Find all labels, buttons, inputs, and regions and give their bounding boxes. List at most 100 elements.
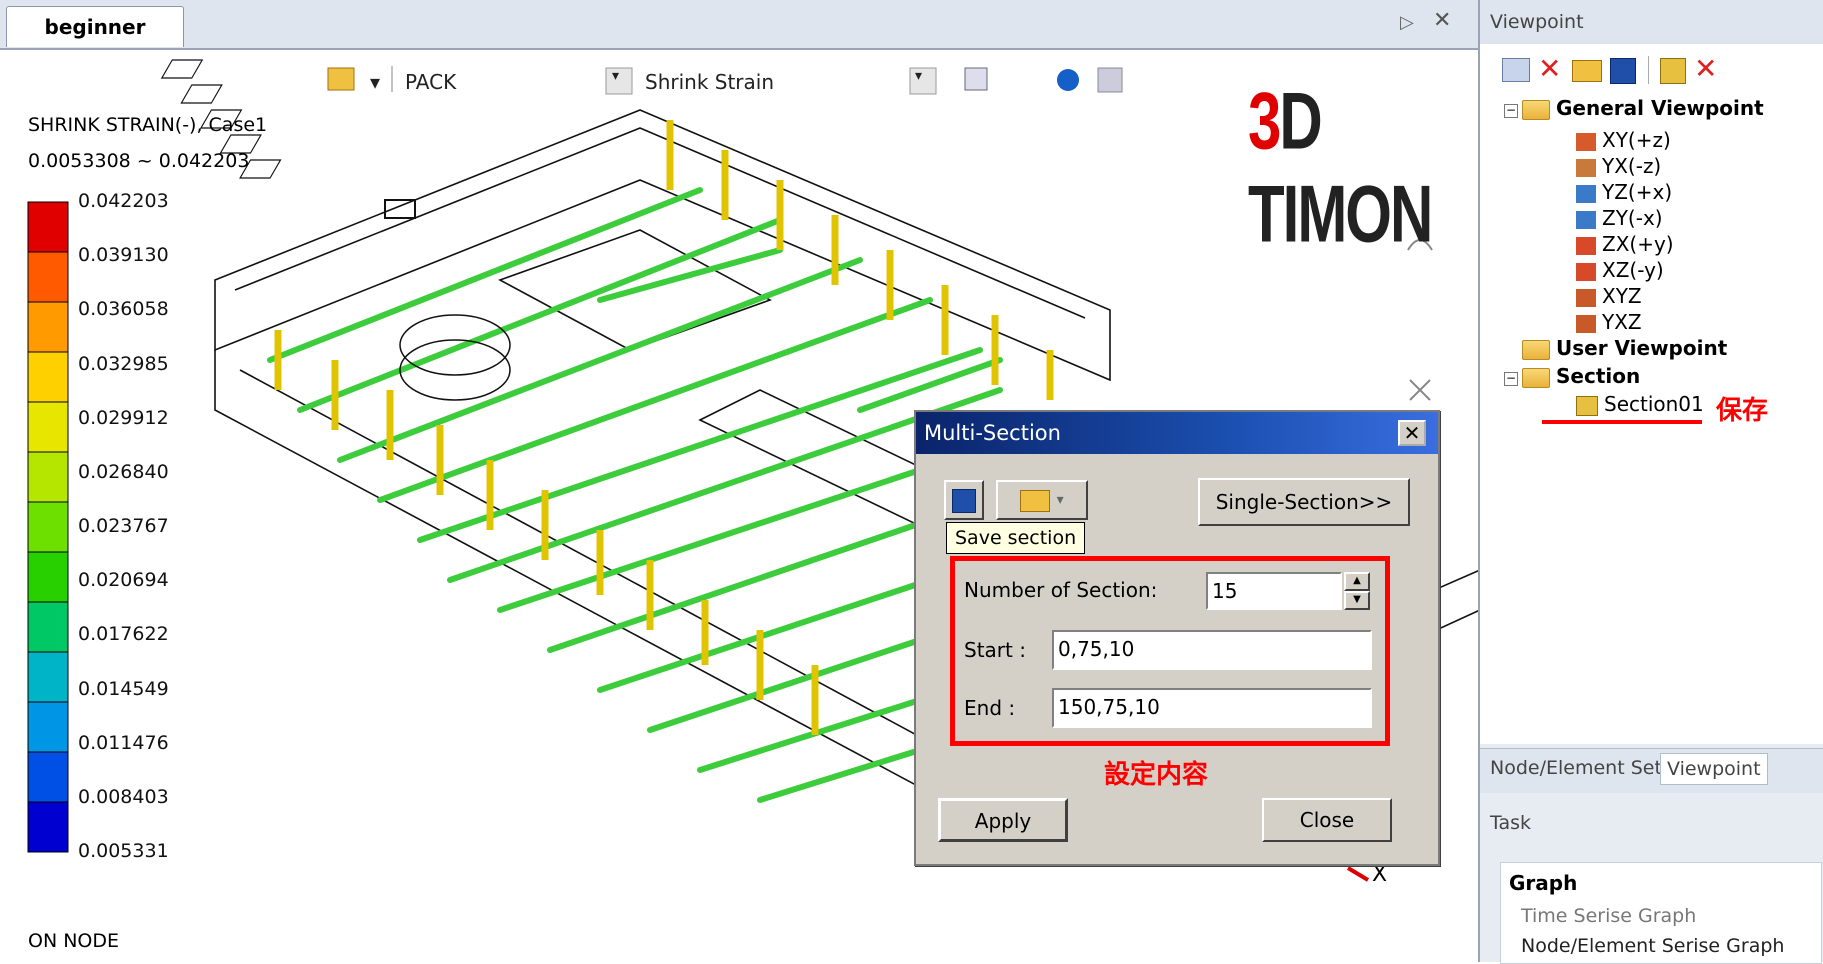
start-label: Start : (964, 638, 1026, 662)
graph-title: Graph (1509, 871, 1578, 895)
legend-color-segment (27, 401, 69, 453)
save-section-button[interactable] (944, 480, 984, 520)
number-of-section-input[interactable]: 15 (1206, 572, 1342, 610)
viewpoint-icon (1576, 314, 1596, 333)
legend-value-label: 0.026840 (78, 460, 169, 483)
stepper-down-icon[interactable]: ▼ (1344, 591, 1370, 610)
open-section-button[interactable]: ▾ (996, 480, 1088, 520)
node-element-series-graph-link[interactable]: Node/Element Serise Graph (1521, 935, 1784, 957)
legend-color-segment (27, 451, 69, 503)
folder-icon (1522, 339, 1550, 360)
legend-color-segment (27, 201, 69, 253)
time-series-graph-link[interactable]: Time Serise Graph (1521, 905, 1696, 927)
tree-viewpoint-item[interactable]: XYZ (1576, 284, 1642, 308)
result-dropdown-arrow-icon[interactable]: ▾ (612, 68, 619, 84)
open-folder-icon[interactable] (1572, 60, 1602, 82)
tree-viewpoint-item[interactable]: YX(-z) (1576, 154, 1661, 178)
dialog-close-icon[interactable]: ✕ (1398, 420, 1426, 446)
collapse-section-icon[interactable]: − (1504, 372, 1518, 386)
viewpoint-icon (1576, 158, 1596, 177)
3d-timon-logo: 3D TIMON (1248, 75, 1433, 259)
legend-value-label: 0.017622 (78, 623, 169, 646)
legend-color-segment (27, 551, 69, 603)
section-underline (1542, 420, 1702, 424)
tab-viewpoint[interactable]: Viewpoint (1660, 753, 1768, 785)
tree-viewpoint-item[interactable]: YXZ (1576, 310, 1642, 334)
toolbar-dropdown-arrow-icon[interactable]: ▾ (370, 70, 380, 94)
tree-section01[interactable]: Section01 (1576, 392, 1704, 416)
tab-node-element-set[interactable]: Node/Element Set (1490, 757, 1662, 779)
viewpoint-item-label: XY(+z) (1602, 128, 1671, 152)
tree-viewpoint-item[interactable]: XY(+z) (1576, 128, 1671, 152)
tree-user-viewpoint[interactable]: User Viewpoint (1522, 336, 1727, 360)
single-section-button[interactable]: Single-Section>> (1198, 478, 1410, 526)
legend-color-segment (27, 501, 69, 553)
result-type-select[interactable]: Shrink Strain (645, 70, 774, 94)
legend-value-label: 0.005331 (78, 840, 169, 862)
viewpoint-icon (1576, 236, 1596, 255)
viewpoint-tree: − General Viewpoint XY(+z) YX(-z) YZ(+x) ZY… (1480, 94, 1823, 744)
legend-color-segment (27, 651, 69, 703)
close-button[interactable]: Close (1262, 798, 1392, 842)
task-panel-header: Task (1490, 812, 1532, 834)
legend-footer: ON NODE (28, 930, 120, 952)
number-of-section-label: Number of Section: (964, 578, 1158, 602)
viewpoint-item-label: YX(-z) (1602, 154, 1662, 178)
view-dropdown-arrow-icon[interactable]: ▾ (915, 68, 922, 84)
collapse-general-icon[interactable]: − (1504, 104, 1518, 118)
tab-beginner[interactable]: beginner (6, 6, 184, 47)
folder-icon (1522, 99, 1550, 120)
chevron-down-icon: ▾ (1056, 492, 1064, 508)
legend-value-label: 0.014549 (78, 677, 169, 700)
tree-viewpoint-item[interactable]: ZX(+y) (1576, 232, 1674, 256)
stepper-up-icon[interactable]: ▲ (1344, 572, 1370, 591)
legend-range: 0.0053308 ~ 0.042203 (28, 150, 250, 172)
tree-section[interactable]: Section (1522, 364, 1640, 388)
pack-label: PACK (405, 70, 457, 94)
viewpoint-icon (1576, 262, 1596, 281)
section-icon[interactable] (1660, 58, 1686, 84)
multi-section-dialog: Multi-Section ✕ ▾ Single-Section>> Save … (914, 410, 1440, 866)
open-folder-icon (1020, 490, 1051, 512)
delete-section-icon[interactable]: ✕ (1694, 52, 1717, 85)
legend-title: SHRINK STRAIN(-), Case1 (28, 114, 268, 136)
tab-close-icon[interactable]: ✕ (1433, 8, 1451, 33)
section-icon (1576, 395, 1598, 416)
viewpoint-icon (1576, 184, 1596, 203)
legend-value-label: 0.023767 (78, 515, 169, 537)
tree-general-viewpoint[interactable]: General Viewpoint (1522, 96, 1764, 120)
legend-value-label: 0.029912 (78, 406, 169, 429)
legend-value-label: 0.036058 (78, 298, 169, 321)
save-icon[interactable] (1610, 58, 1636, 84)
tree-viewpoint-item[interactable]: ZY(-x) (1576, 206, 1663, 230)
copy-icon[interactable] (1502, 58, 1530, 82)
viewpoint-toolbar: ✕ ✕ (1480, 44, 1823, 94)
legend-value-label: 0.011476 (78, 731, 169, 754)
delete-icon[interactable]: ✕ (1538, 52, 1561, 85)
end-input[interactable]: 150,75,10 (1052, 688, 1372, 728)
start-input[interactable]: 0,75,10 (1052, 630, 1372, 670)
legend-color-segment (27, 601, 69, 653)
legend-color-segment (27, 251, 69, 303)
legend-value-label: 0.008403 (78, 785, 169, 808)
viewpoint-icon (1576, 288, 1596, 307)
viewpoint-item-label: YXZ (1602, 310, 1642, 334)
viewpoint-icon (1576, 132, 1596, 151)
viewpoint-item-label: XYZ (1602, 284, 1642, 308)
tab-scroll-arrow-icon[interactable]: ▷ (1400, 12, 1414, 33)
folder-icon (1522, 367, 1550, 388)
settings-note: 設定内容 (1104, 760, 1209, 790)
save-icon (952, 489, 976, 513)
tree-viewpoint-item[interactable]: XZ(-y) (1576, 258, 1664, 282)
apply-button[interactable]: Apply (938, 798, 1068, 842)
legend-value-label: 0.039130 (78, 244, 169, 267)
legend-value-label: 0.032985 (78, 352, 169, 375)
viewpoint-item-label: ZX(+y) (1602, 232, 1674, 256)
panel-bottom-tabs: Node/Element Set Viewpoint (1480, 748, 1823, 793)
legend-color-segment (27, 351, 69, 403)
legend-value-label: 0.020694 (78, 569, 169, 592)
tree-viewpoint-item[interactable]: YZ(+x) (1576, 180, 1672, 204)
viewpoint-icon (1576, 210, 1596, 229)
end-label: End : (964, 696, 1016, 720)
legend-color-segment (27, 301, 69, 353)
